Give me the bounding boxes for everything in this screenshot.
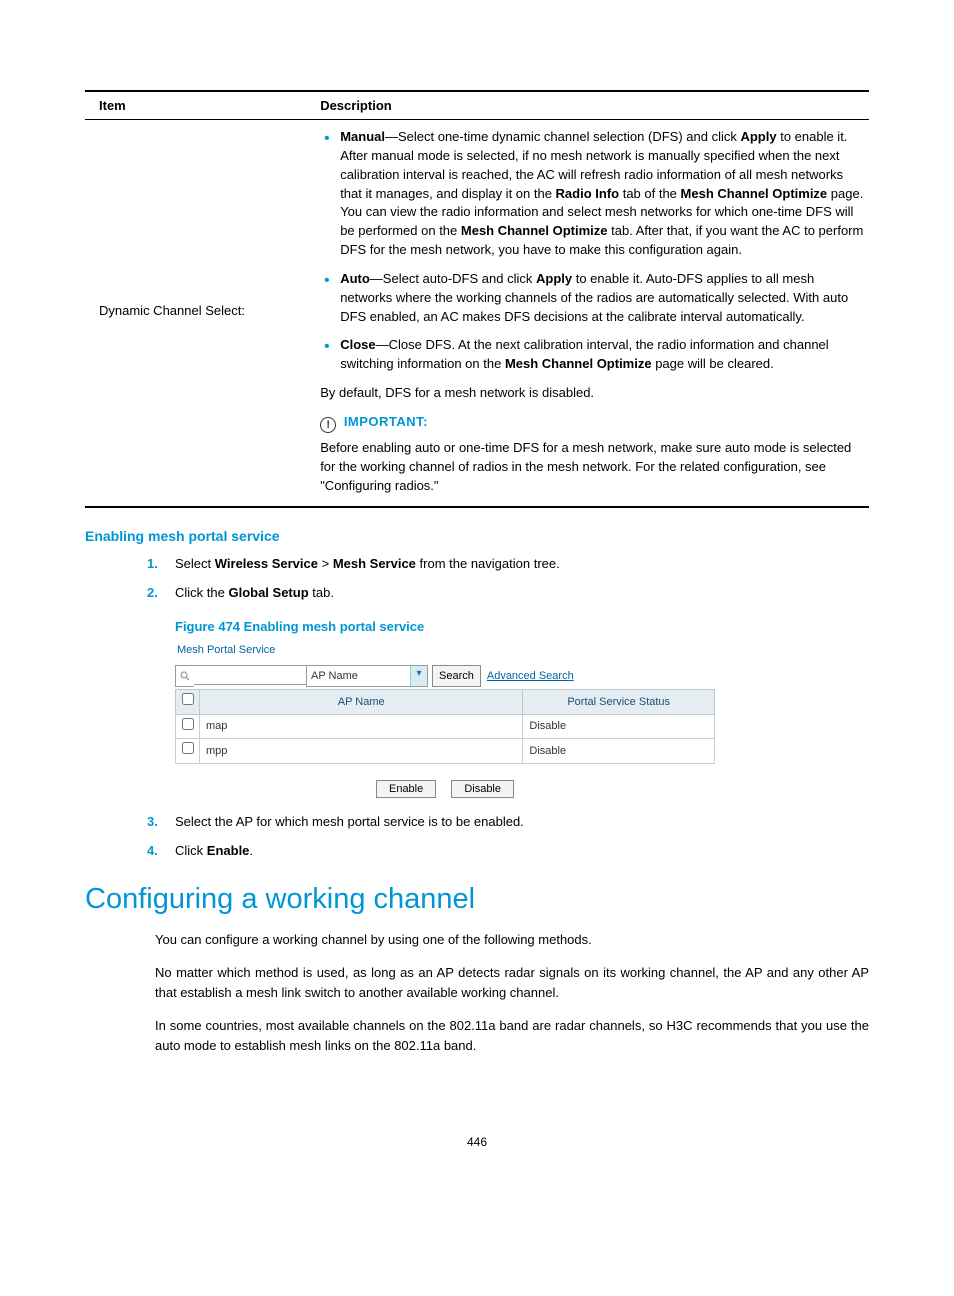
figure-caption: Figure 474 Enabling mesh portal service: [175, 617, 869, 637]
col-ap-name: AP Name: [200, 690, 523, 715]
header-checkbox[interactable]: [176, 690, 200, 715]
step-4: Click Enable.: [175, 841, 869, 861]
step-3: Select the AP for which mesh portal serv…: [175, 812, 869, 832]
row-checkbox[interactable]: [182, 742, 194, 754]
important-text: Before enabling auto or one-time DFS for…: [320, 439, 865, 496]
search-button[interactable]: Search: [432, 665, 481, 688]
search-input[interactable]: [194, 665, 306, 685]
advanced-search-link[interactable]: Advanced Search: [487, 668, 574, 685]
bullet-close: Close—Close DFS. At the next calibration…: [340, 336, 865, 374]
paragraph-2: No matter which method is used, as long …: [155, 963, 869, 1002]
col-status: Portal Service Status: [523, 690, 715, 715]
section-title: Configuring a working channel: [85, 883, 869, 916]
important-icon: !: [320, 417, 336, 433]
th-description: Description: [320, 91, 869, 120]
td-description: Manual—Select one-time dynamic channel s…: [320, 120, 869, 507]
cell-status: Disable: [523, 739, 715, 764]
disable-button[interactable]: Disable: [451, 780, 514, 798]
default-line: By default, DFS for a mesh network is di…: [320, 384, 865, 403]
description-table: Item Description Dynamic Channel Select:…: [85, 90, 869, 508]
ap-table: AP Name Portal Service Status map Disabl…: [175, 689, 715, 764]
bullet-manual: Manual—Select one-time dynamic channel s…: [340, 128, 865, 260]
th-item: Item: [85, 91, 320, 120]
important-callout: ! IMPORTANT:: [320, 413, 865, 433]
search-icon: [175, 665, 194, 688]
step-2: Click the Global Setup tab. Figure 474 E…: [175, 583, 869, 798]
step-1: Select Wireless Service > Mesh Service f…: [175, 554, 869, 574]
bullet-auto: Auto—Select auto-DFS and click Apply to …: [340, 270, 865, 327]
paragraph-3: In some countries, most available channe…: [155, 1016, 869, 1055]
cell-ap-name: map: [200, 714, 523, 739]
enable-button[interactable]: Enable: [376, 780, 436, 798]
paragraph-1: You can configure a working channel by u…: [155, 930, 869, 950]
important-label: IMPORTANT:: [344, 414, 428, 429]
search-field-select[interactable]: AP Name ▾: [306, 665, 428, 688]
inner-ui-screenshot: Mesh Portal Service AP Name ▾ Search Adv…: [175, 642, 715, 798]
table-row: map Disable: [176, 714, 715, 739]
chevron-down-icon[interactable]: ▾: [410, 666, 427, 687]
td-item: Dynamic Channel Select:: [85, 120, 320, 507]
cell-ap-name: mpp: [200, 739, 523, 764]
page-number: 446: [85, 1135, 869, 1149]
table-row: mpp Disable: [176, 739, 715, 764]
row-checkbox[interactable]: [182, 718, 194, 730]
pane-title: Mesh Portal Service: [177, 642, 715, 659]
subheading-enable-mesh-portal: Enabling mesh portal service: [85, 528, 869, 544]
cell-status: Disable: [523, 714, 715, 739]
